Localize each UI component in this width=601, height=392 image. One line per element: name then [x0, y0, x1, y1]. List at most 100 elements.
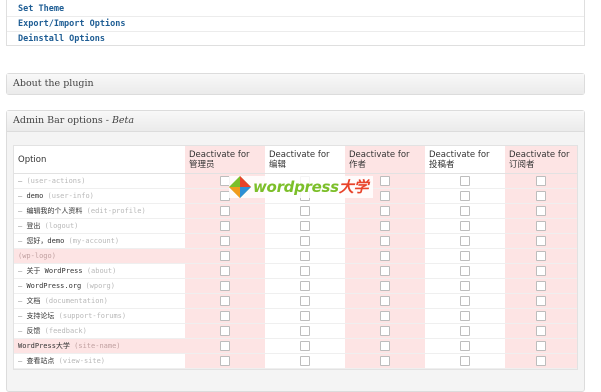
deactivate-cell	[185, 203, 265, 219]
deactivate-checkbox[interactable]	[300, 206, 310, 216]
deactivate-checkbox[interactable]	[380, 206, 390, 216]
deactivate-cell	[265, 323, 345, 339]
deactivate-checkbox[interactable]	[220, 356, 230, 366]
deactivate-checkbox[interactable]	[536, 296, 546, 306]
deactivate-checkbox[interactable]	[380, 191, 390, 201]
deactivate-checkbox[interactable]	[380, 296, 390, 306]
deactivate-checkbox[interactable]	[220, 266, 230, 276]
option-slug: (view-site)	[58, 357, 106, 365]
deactivate-checkbox[interactable]	[460, 296, 470, 306]
deactivate-checkbox[interactable]	[536, 206, 546, 216]
deactivate-checkbox[interactable]	[460, 311, 470, 321]
option-name: 您好，demo	[26, 237, 65, 245]
deactivate-checkbox[interactable]	[300, 311, 310, 321]
deactivate-cell	[505, 278, 577, 294]
deactivate-checkbox[interactable]	[460, 221, 470, 231]
deactivate-checkbox[interactable]	[380, 266, 390, 276]
deactivate-checkbox[interactable]	[300, 356, 310, 366]
option-slug: (wporg)	[85, 282, 115, 290]
deactivate-cell	[345, 248, 425, 264]
deactivate-cell	[505, 263, 577, 279]
deactivate-checkbox[interactable]	[300, 326, 310, 336]
deactivate-checkbox[interactable]	[300, 251, 310, 261]
deactivate-cell	[265, 263, 345, 279]
deactivate-cell	[345, 203, 425, 219]
option-name: 登出	[26, 222, 41, 230]
deactivate-cell	[345, 233, 425, 249]
deactivate-cell	[425, 338, 505, 354]
wordpress-daxue-watermark: wordpress大学	[229, 176, 373, 198]
deactivate-checkbox[interactable]	[220, 221, 230, 231]
deactivate-checkbox[interactable]	[380, 341, 390, 351]
deactivate-cell	[345, 278, 425, 294]
deactivate-checkbox[interactable]	[536, 191, 546, 201]
deactivate-checkbox[interactable]	[536, 281, 546, 291]
deactivate-checkbox[interactable]	[380, 221, 390, 231]
deactivate-checkbox[interactable]	[300, 296, 310, 306]
deactivate-checkbox[interactable]	[460, 206, 470, 216]
deactivate-cell	[425, 353, 505, 369]
deactivate-checkbox[interactable]	[380, 176, 390, 186]
deactivate-checkbox[interactable]	[536, 176, 546, 186]
deactivate-checkbox[interactable]	[460, 281, 470, 291]
deactivate-checkbox[interactable]	[300, 236, 310, 246]
set-theme-link[interactable]: Set Theme	[7, 0, 584, 17]
deactivate-checkbox[interactable]	[220, 206, 230, 216]
deactivate-checkbox[interactable]	[536, 311, 546, 321]
deactivate-cell	[185, 248, 265, 264]
deactivate-checkbox[interactable]	[460, 356, 470, 366]
deactivate-cell	[425, 233, 505, 249]
deactivate-checkbox[interactable]	[460, 251, 470, 261]
deactivate-checkbox[interactable]	[220, 341, 230, 351]
deactivate-checkbox[interactable]	[380, 281, 390, 291]
deactivate-cell	[505, 353, 577, 369]
deactivate-checkbox[interactable]	[536, 341, 546, 351]
deactivate-checkbox[interactable]	[536, 236, 546, 246]
deactivate-cell	[345, 308, 425, 324]
deactivate-checkbox[interactable]	[220, 236, 230, 246]
option-slug: (support-forums)	[58, 312, 127, 320]
deactivate-cell	[265, 233, 345, 249]
deactivate-checkbox[interactable]	[300, 221, 310, 231]
deactivate-checkbox[interactable]	[536, 356, 546, 366]
column-header-deactivate-1: Deactivate for 管理员	[185, 146, 265, 174]
deactivate-cell	[185, 338, 265, 354]
deactivate-checkbox[interactable]	[220, 311, 230, 321]
deactivate-checkbox[interactable]	[220, 296, 230, 306]
deactivate-cell	[265, 293, 345, 309]
deactivate-cell	[505, 188, 577, 204]
deactivate-checkbox[interactable]	[300, 281, 310, 291]
deactivate-checkbox[interactable]	[536, 221, 546, 231]
deactivate-cell	[425, 263, 505, 279]
deinstall-options-link[interactable]: Deinstall Options	[7, 32, 584, 46]
deactivate-checkbox[interactable]	[220, 326, 230, 336]
deactivate-checkbox[interactable]	[460, 326, 470, 336]
deactivate-checkbox[interactable]	[220, 251, 230, 261]
deactivate-checkbox[interactable]	[460, 236, 470, 246]
deactivate-checkbox[interactable]	[220, 281, 230, 291]
deactivate-cell	[425, 323, 505, 339]
deactivate-checkbox[interactable]	[380, 236, 390, 246]
about-plugin-title[interactable]: About the plugin	[7, 74, 584, 94]
deactivate-cell	[425, 173, 505, 189]
deactivate-checkbox[interactable]	[536, 326, 546, 336]
deactivate-checkbox[interactable]	[460, 176, 470, 186]
option-label: — 反馈 (feedback)	[14, 323, 185, 339]
export-import-options-link[interactable]: Export/Import Options	[7, 17, 584, 32]
option-slug: (documentation)	[44, 297, 108, 305]
deactivate-checkbox[interactable]	[380, 311, 390, 321]
admin-bar-options-title[interactable]: Admin Bar options - Beta	[7, 111, 584, 132]
option-label: — 关于 WordPress (about)	[14, 263, 185, 279]
deactivate-checkbox[interactable]	[380, 251, 390, 261]
deactivate-checkbox[interactable]	[460, 341, 470, 351]
about-plugin-box[interactable]: About the plugin	[6, 73, 585, 95]
option-name: WordPress.org	[26, 282, 82, 290]
deactivate-checkbox[interactable]	[380, 326, 390, 336]
deactivate-checkbox[interactable]	[460, 266, 470, 276]
deactivate-checkbox[interactable]	[300, 266, 310, 276]
deactivate-checkbox[interactable]	[380, 356, 390, 366]
deactivate-checkbox[interactable]	[460, 191, 470, 201]
deactivate-checkbox[interactable]	[536, 251, 546, 261]
deactivate-checkbox[interactable]	[536, 266, 546, 276]
deactivate-checkbox[interactable]	[300, 341, 310, 351]
